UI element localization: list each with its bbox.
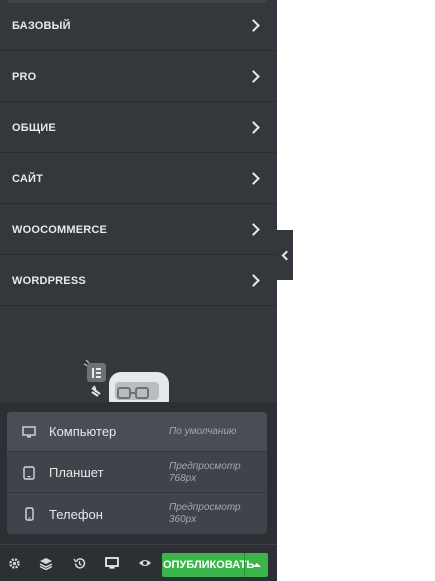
device-name: Компьютер <box>49 424 117 439</box>
device-name: Телефон <box>49 506 103 522</box>
device-hint: Предпросмотр 768px <box>169 460 241 484</box>
category-label: WORDPRESS <box>12 274 86 287</box>
device-list: Компьютер По умолчанию Планшет Предпросм… <box>7 412 267 534</box>
panel-footer: ОПУБЛИКОВАТЬ <box>0 544 277 581</box>
category-general[interactable]: ОБЩИЕ <box>0 103 277 153</box>
category-label: PRO <box>12 70 37 83</box>
device-hint: Предпросмотр 360px <box>169 502 241 525</box>
category-site[interactable]: САЙТ <box>0 154 277 204</box>
chevron-right-icon <box>247 70 260 83</box>
collapse-panel-toggle[interactable] <box>277 230 293 280</box>
chevron-right-icon <box>247 274 260 287</box>
category-pro[interactable]: PRO <box>0 52 277 102</box>
device-mobile[interactable]: Телефон Предпросмотр 360px <box>7 494 267 534</box>
device-tablet[interactable]: Планшет Предпросмотр 768px <box>7 453 267 493</box>
device-name: Планшет <box>49 465 104 480</box>
caret-up-icon[interactable] <box>245 563 268 567</box>
chevron-right-icon <box>247 223 260 236</box>
publish-button[interactable]: ОПУБЛИКОВАТЬ <box>162 553 268 577</box>
category-label: ОБЩИЕ <box>12 121 56 134</box>
category-label: WOOCOMMERCE <box>12 223 108 236</box>
chevron-right-icon <box>247 172 260 185</box>
eye-icon[interactable] <box>137 555 153 571</box>
gear-icon[interactable] <box>6 555 22 571</box>
tablet-icon <box>21 465 37 480</box>
chevron-right-icon <box>247 121 260 134</box>
publish-label: ОПУБЛИКОВАТЬ <box>163 559 255 571</box>
category-label: САЙТ <box>12 172 44 185</box>
chevron-right-icon <box>247 19 260 32</box>
history-icon[interactable] <box>71 555 87 571</box>
robot-illustration <box>83 359 169 406</box>
mobile-icon <box>21 507 37 521</box>
elementor-panel: БАЗОВЫЙ PRO ОБЩИЕ САЙТ WOOCOMMERCE WORDP… <box>0 0 277 581</box>
category-label: БАЗОВЫЙ <box>12 19 71 32</box>
device-desktop[interactable]: Компьютер По умолчанию <box>7 412 267 452</box>
device-hint: По умолчанию <box>169 425 237 437</box>
category-basic[interactable]: БАЗОВЫЙ <box>0 1 277 51</box>
layers-icon[interactable] <box>38 555 54 571</box>
responsive-mode-popover: Компьютер По умолчанию Планшет Предпросм… <box>0 402 277 544</box>
chevron-left-icon <box>281 250 292 260</box>
desktop-icon <box>21 425 37 438</box>
desktop-icon[interactable] <box>104 555 120 571</box>
category-wordpress[interactable]: WORDPRESS <box>0 256 277 306</box>
category-woocommerce[interactable]: WOOCOMMERCE <box>0 205 277 255</box>
